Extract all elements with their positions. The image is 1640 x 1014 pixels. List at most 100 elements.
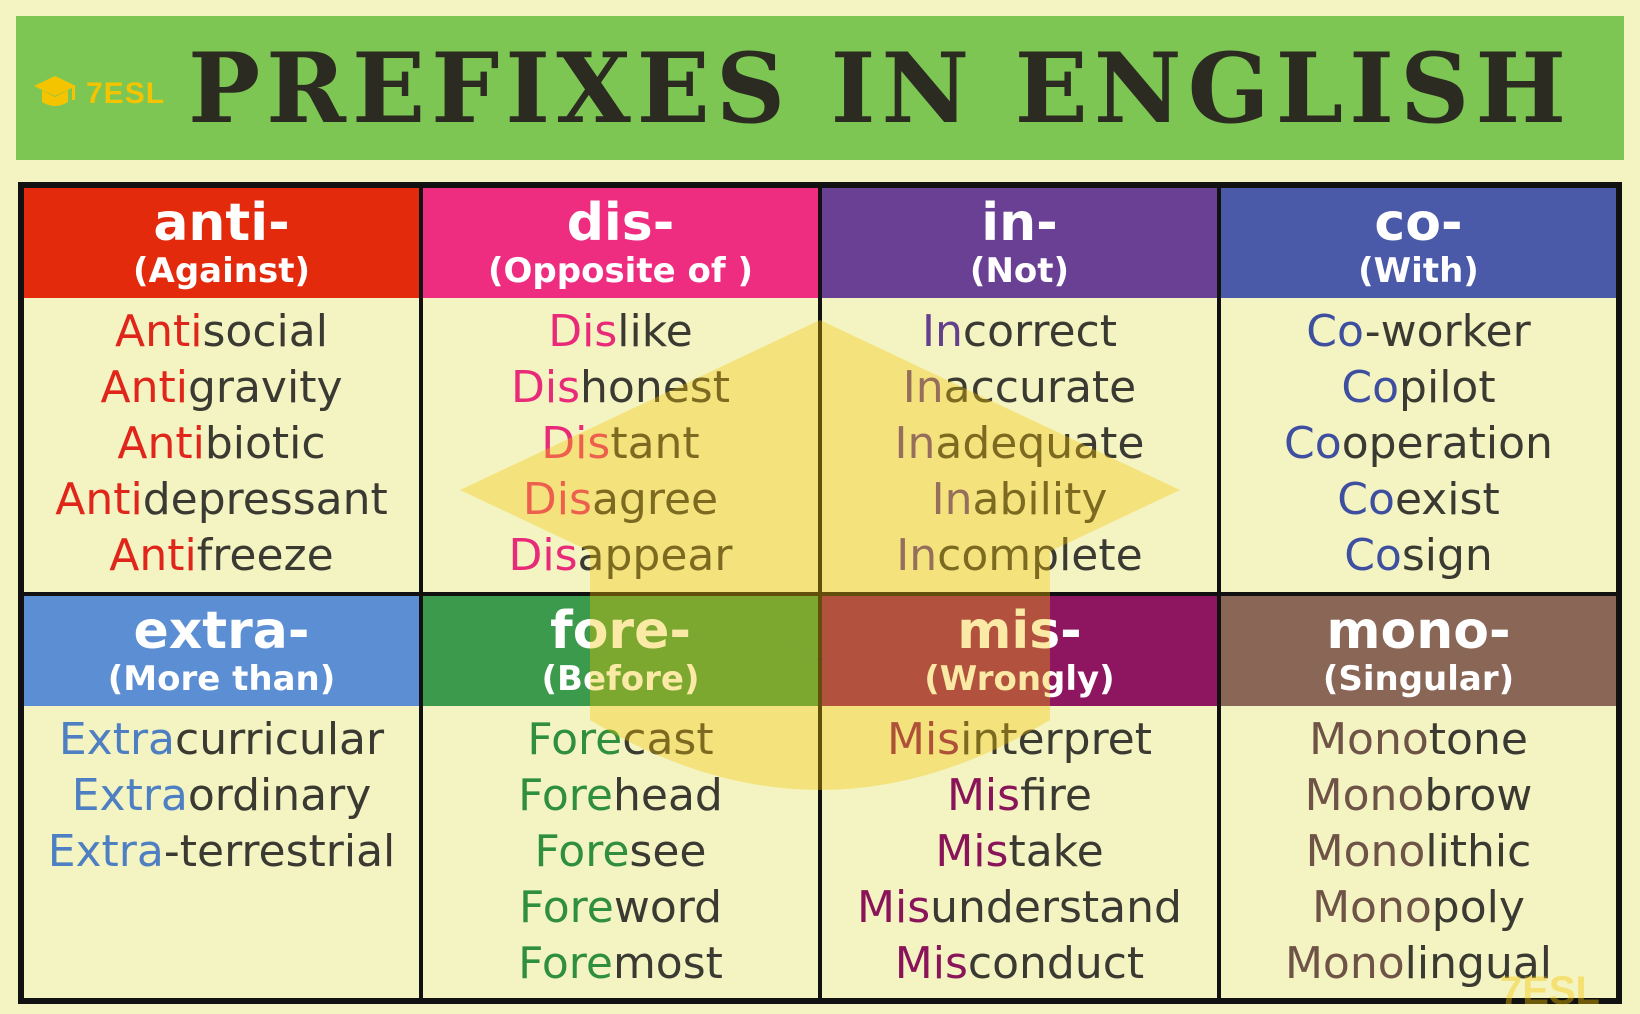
example-word: Misunderstand [857,880,1182,936]
word-root: operation [1341,418,1553,469]
word-root: honest [580,362,730,413]
word-prefix: Mono [1312,882,1432,933]
prefix-header: mono- (Singular) [1221,596,1616,706]
example-word: Misfire [947,768,1092,824]
prefix-cell: dis- (Opposite of ) Dislike Dishonest Distan… [421,186,820,594]
word-root: -worker [1364,306,1531,357]
example-word: Extracurricular [59,712,384,768]
word-prefix: Fore [534,826,630,877]
example-word: Misconduct [895,936,1144,992]
word-prefix: Mis [935,826,1009,877]
word-root: complete [937,530,1143,581]
example-word: Disagree [523,472,718,528]
brand-name: 7ESL [86,77,166,110]
word-root: accurate [943,362,1137,413]
word-prefix: Dis [541,418,611,469]
prefix-cell: in- (Not) Incorrect Inaccurate Inadequate Ina… [820,186,1219,594]
example-word-list: Dislike Dishonest Distant Disagree Disappear [423,298,818,592]
word-root: lithic [1425,826,1532,877]
word-prefix: Co [1341,362,1400,413]
word-root: tant [610,418,700,469]
word-root: -terrestrial [163,826,396,877]
word-root: conduct [967,938,1145,989]
bottom-brand-watermark: 7ESL [1499,969,1600,1013]
prefix-label: extra- [133,601,310,661]
example-word: Inadequate [895,416,1145,472]
word-prefix: Co [1337,474,1395,525]
example-word: Co-worker [1306,304,1530,360]
prefix-cell: mis- (Wrongly) Misinterpret Misfire Mistake M… [820,594,1219,1000]
prefix-cell: anti- (Against) Antisocial Antigravity Antib… [22,186,421,594]
word-root: biotic [204,418,326,469]
example-word: Antibiotic [117,416,325,472]
prefix-label: dis- [566,193,675,253]
word-prefix: Mis [857,882,931,933]
word-prefix: Fore [518,770,613,821]
word-prefix: Dis [548,306,618,357]
word-root: freeze [196,530,334,581]
example-word: Foreword [519,880,722,936]
word-root: ability [972,474,1108,525]
prefix-label: mono- [1326,601,1511,661]
prefix-meaning: (Opposite of ) [487,251,754,291]
prefix-header: co- (With) [1221,188,1616,298]
example-word: Copilot [1341,360,1495,416]
example-word: Disappear [509,528,733,584]
prefix-cell: co- (With) Co-worker Copilot Cooperation Coex… [1219,186,1618,594]
example-word: Distant [541,416,699,472]
word-prefix: Co [1306,306,1365,357]
example-word: Monopoly [1312,880,1525,936]
prefix-meaning: (With) [1358,251,1479,291]
example-word: Cosign [1344,528,1493,584]
word-root: tone [1428,714,1528,765]
example-word: Forecast [527,712,713,768]
word-prefix: Mono [1304,770,1425,821]
word-prefix: Mono [1284,938,1405,989]
word-prefix: Anti [109,530,197,581]
example-word: Mistake [935,824,1103,880]
prefix-table: anti- (Against) Antisocial Antigravity Antib… [18,182,1622,1004]
example-word: Dishonest [511,360,730,416]
word-root: cast [622,714,714,765]
prefix-header: dis- (Opposite of ) [423,188,818,298]
example-word-list: Antisocial Antigravity Antibiotic Antidepre… [24,298,419,592]
word-prefix: Fore [518,938,613,989]
prefix-header: anti- (Against) [24,188,419,298]
word-root: depressant [142,474,388,525]
prefix-cell: extra- (More than) Extracurricular Extraord… [22,594,421,1000]
word-root: ordinary [187,770,372,821]
prefix-meaning: (Not) [969,251,1070,291]
word-prefix: Anti [115,306,203,357]
word-prefix: Dis [522,474,592,525]
word-prefix: Mono [1305,826,1426,877]
word-root: adequate [935,418,1145,469]
title-banner: 7ESL PREFIXES IN ENGLISH [16,16,1624,160]
word-prefix: Mis [894,938,968,989]
word-root: appear [577,530,733,581]
word-prefix: In [902,362,944,413]
word-prefix: Dis [511,362,581,413]
word-prefix: Mono [1309,714,1429,765]
example-word: Antigravity [100,360,342,416]
word-root: most [612,938,723,989]
prefix-label: fore- [550,601,691,661]
word-prefix: Anti [55,474,143,525]
example-word: Foresee [535,824,707,880]
page-title: PREFIXES IN ENGLISH [187,31,1573,145]
example-word: Foremost [518,936,723,992]
example-word: Monotone [1309,712,1528,768]
word-root: pilot [1399,362,1496,413]
example-word-list: Incorrect Inaccurate Inadequate Inability In… [822,298,1217,592]
word-root: take [1008,826,1104,877]
word-prefix: In [931,474,973,525]
word-root: head [613,770,723,821]
word-root: brow [1424,770,1533,821]
prefix-meaning: (Against) [132,251,311,291]
prefix-header: fore- (Before) [423,596,818,706]
word-prefix: In [896,530,938,581]
word-prefix: Anti [117,418,205,469]
example-word: Antifreeze [109,528,333,584]
word-root: understand [930,882,1182,933]
word-prefix: Anti [100,362,188,413]
word-prefix: Extra [71,770,188,821]
